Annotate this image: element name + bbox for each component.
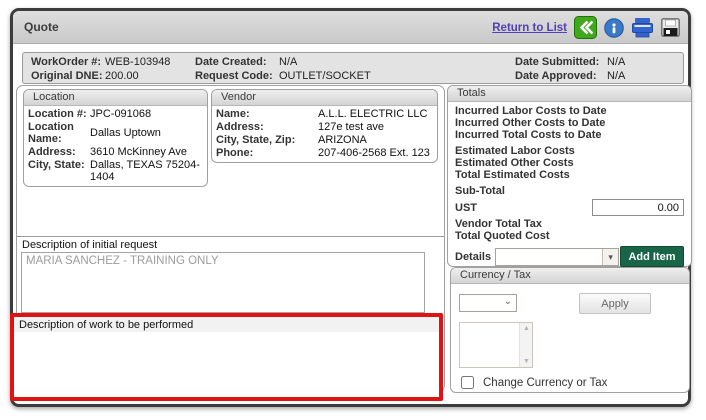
listbox-scrollbar[interactable]: ▲ ▼ xyxy=(519,323,532,367)
location-name-label: Location Name: xyxy=(28,121,74,145)
workorder-number-label: WorkOrder #: xyxy=(31,56,102,68)
change-currency-label: Change Currency or Tax xyxy=(483,376,608,389)
date-approved-label: Date Approved: xyxy=(515,70,597,82)
vendor-city-state-zip-value: ARIZONA xyxy=(318,134,367,146)
details-select[interactable]: ▾ xyxy=(495,247,620,266)
workorder-number-value: WEB-103948 xyxy=(105,56,171,68)
apply-button[interactable]: Apply xyxy=(579,293,651,314)
totals-panel: Totals Incurred Labor Costs to Date Incu… xyxy=(447,85,692,284)
ust-row: UST xyxy=(455,199,684,216)
double-chevron-left-icon[interactable] xyxy=(574,16,597,39)
work-description-textarea[interactable] xyxy=(14,332,439,397)
vendor-name-label: Name: xyxy=(216,108,250,120)
vendor-panel-header: Vendor xyxy=(212,90,437,106)
vendor-fields: Name: A.L.L. ELECTRIC LLC Address: 127e … xyxy=(212,106,437,162)
initial-request-textarea[interactable]: MARIA SANCHEZ - TRAINING ONLY xyxy=(21,252,425,313)
change-currency-row: Change Currency or Tax xyxy=(461,376,607,389)
location-panel-header: Location xyxy=(24,90,207,106)
date-created-label: Date Created: xyxy=(195,56,267,68)
ust-input[interactable] xyxy=(592,199,684,216)
workorder-summary-bar: WorkOrder #: WEB-103948 Original DNE: 20… xyxy=(22,52,684,84)
subtotal-label: Sub-Total xyxy=(455,185,505,197)
original-dne-value: 200.00 xyxy=(105,70,139,82)
chevron-down-icon: ⌄ xyxy=(503,296,512,307)
vendor-address-value: 127e test ave xyxy=(318,121,385,133)
currency-tax-panel-header: Currency / Tax xyxy=(451,268,689,284)
info-icon[interactable] xyxy=(604,17,624,38)
page-frame: Quote Return to List WorkOrder #: WEB-10… xyxy=(10,8,692,407)
work-description-label: Description of work to be performed xyxy=(14,317,439,333)
incurred-total-label: Incurred Total Costs to Date xyxy=(455,129,602,141)
add-item-button[interactable]: Add Item xyxy=(620,246,684,267)
currency-tax-body: ⌄ Apply ▲ ▼ Change Currency or Tax xyxy=(451,284,689,392)
chevron-down-icon[interactable]: ▾ xyxy=(602,248,619,265)
quote-page: Quote Return to List WorkOrder #: WEB-10… xyxy=(0,0,706,420)
initial-request-section: Description of initial request MARIA SAN… xyxy=(17,236,444,313)
return-to-list-link[interactable]: Return to List xyxy=(492,22,567,34)
location-fields: Location #: JPC-091068 Location Name: Da… xyxy=(24,106,207,186)
vendor-phone-value: 207-406-2568 Ext. 123 xyxy=(318,147,430,159)
vendor-panel: Vendor Name: A.L.L. ELECTRIC LLC Address… xyxy=(211,89,438,163)
ust-label: UST xyxy=(455,201,477,214)
total-quoted-cost-label: Total Quoted Cost xyxy=(455,230,550,242)
date-submitted-value: N/A xyxy=(607,56,626,68)
location-number-value: JPC-091068 xyxy=(90,108,152,120)
estimated-labor-label: Estimated Labor Costs xyxy=(455,145,575,157)
currency-select[interactable]: ⌄ xyxy=(459,294,517,312)
date-approved-value: N/A xyxy=(607,70,626,82)
location-address-value: 3610 McKinney Ave xyxy=(90,146,188,158)
tax-listbox[interactable]: ▲ ▼ xyxy=(459,322,533,368)
vendor-name-value: A.L.L. ELECTRIC LLC xyxy=(318,108,428,120)
print-icon[interactable] xyxy=(631,17,654,38)
vendor-phone-label: Phone: xyxy=(216,147,254,159)
vendor-address-label: Address: xyxy=(216,121,264,133)
request-code-value: OUTLET/SOCKET xyxy=(279,70,371,82)
date-submitted-label: Date Submitted: xyxy=(515,56,600,68)
location-name-value: Dallas Uptown xyxy=(90,127,161,139)
vendor-total-tax-label: Vendor Total Tax xyxy=(455,218,542,230)
incurred-other-label: Incurred Other Costs to Date xyxy=(455,117,606,129)
title-bar: Quote Return to List xyxy=(13,11,688,44)
location-city-state-label: City, State: xyxy=(28,159,85,171)
change-currency-checkbox[interactable] xyxy=(461,376,474,389)
location-city-state-value: Dallas, TEXAS 75204-1404 xyxy=(90,159,200,183)
workorder-col-2: Date Created: N/A Request Code: OUTLET/S… xyxy=(195,55,371,83)
date-created-value: N/A xyxy=(279,56,298,68)
title-bar-actions: Return to List xyxy=(492,11,680,44)
workorder-col-1: WorkOrder #: WEB-103948 Original DNE: 20… xyxy=(31,55,170,83)
location-number-label: Location #: xyxy=(28,108,87,120)
currency-tax-panel: Currency / Tax ⌄ Apply ▲ ▼ Change Curren… xyxy=(450,267,690,393)
vendor-city-state-zip-label: City, State, Zip: xyxy=(216,134,296,146)
estimated-total-label: Total Estimated Costs xyxy=(455,169,570,181)
totals-panel-header: Totals xyxy=(448,86,691,102)
location-panel: Location Location #: JPC-091068 Location… xyxy=(23,89,208,187)
page-title: Quote xyxy=(24,20,59,34)
save-icon[interactable] xyxy=(661,18,680,37)
scroll-down-icon[interactable]: ▼ xyxy=(520,356,533,367)
scroll-up-icon[interactable]: ▲ xyxy=(520,323,533,334)
workorder-col-3: Date Submitted: N/A Date Approved: N/A xyxy=(515,55,625,83)
highlight-annotation-box: Description of work to be performed xyxy=(10,313,443,401)
totals-body: Incurred Labor Costs to Date Incurred Ot… xyxy=(448,102,691,284)
details-label: Details xyxy=(455,250,492,263)
estimated-other-label: Estimated Other Costs xyxy=(455,157,574,169)
request-code-label: Request Code: xyxy=(195,70,273,82)
incurred-labor-label: Incurred Labor Costs to Date xyxy=(455,105,607,117)
original-dne-label: Original DNE: xyxy=(31,70,103,82)
left-panel: Location Location #: JPC-091068 Location… xyxy=(10,85,445,401)
details-row: Details ▾ Add Item xyxy=(455,246,684,267)
location-address-label: Address: xyxy=(28,146,76,158)
initial-request-label: Description of initial request xyxy=(22,239,158,251)
